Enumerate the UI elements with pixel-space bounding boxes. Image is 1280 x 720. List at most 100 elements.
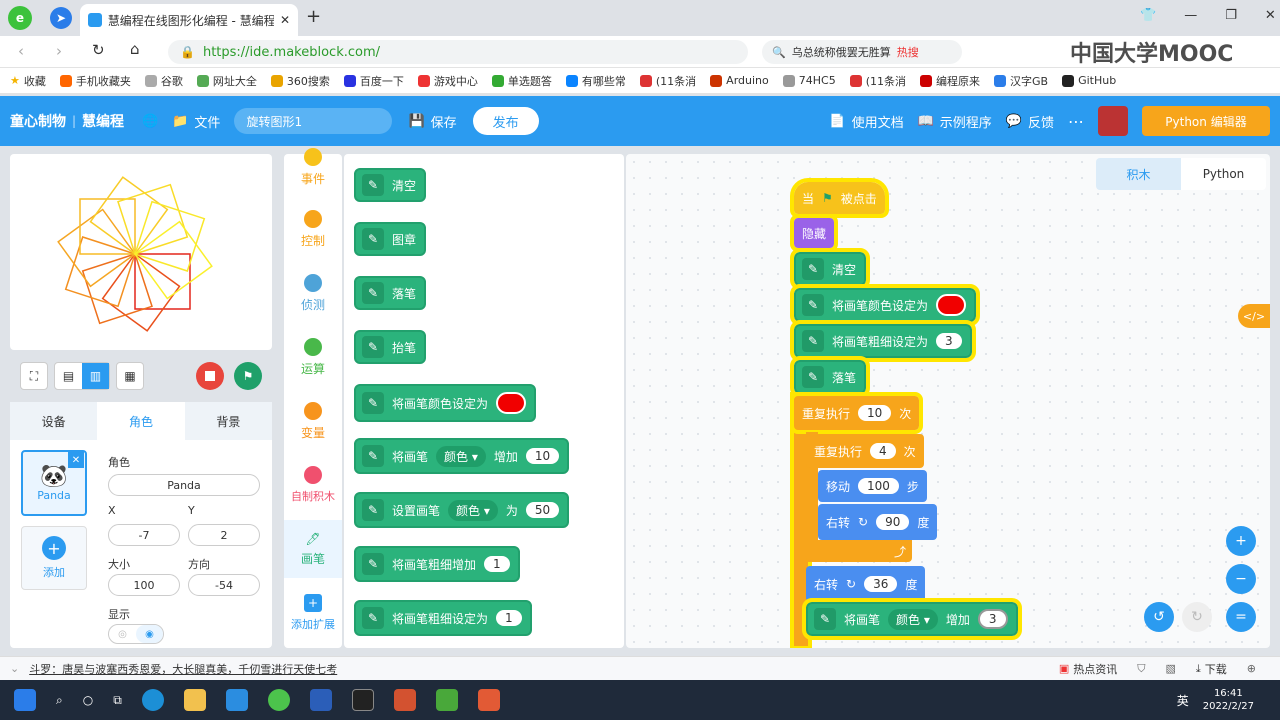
search-box[interactable]: 🔍 乌总统称俄罢无胜算 热搜 bbox=[762, 40, 962, 64]
repeat-4-block[interactable]: 重复执行 4 次 bbox=[806, 434, 924, 468]
download-button[interactable]: ⤓ 下载 bbox=[1196, 661, 1227, 677]
category-events[interactable]: 事件 bbox=[284, 148, 342, 187]
hide-eye-icon[interactable]: ◎ bbox=[109, 625, 136, 643]
palette-pen-down-block[interactable]: ✎ 落笔 bbox=[354, 276, 427, 310]
color-swatch[interactable] bbox=[496, 392, 527, 414]
bookmark-14[interactable]: 汉字GB bbox=[994, 73, 1048, 89]
terminal-icon[interactable] bbox=[351, 689, 374, 711]
stage-canvas[interactable] bbox=[10, 154, 272, 350]
code-panel-toggle-icon[interactable]: </> bbox=[1238, 304, 1270, 328]
set-size-block[interactable]: ✎ 将画笔粗细设定为 3 bbox=[790, 320, 976, 362]
palette-set-pen-block[interactable]: ✎ 设置画笔 颜色 ▾ 为 50 bbox=[354, 492, 570, 528]
palette-set-size-block[interactable]: ✎ 将画笔粗细设定为 1 bbox=[354, 600, 532, 636]
browser-logo-icon[interactable]: e bbox=[8, 6, 32, 30]
window-close-icon[interactable]: ✕ bbox=[1265, 8, 1276, 23]
x-input[interactable]: -7 bbox=[108, 524, 180, 546]
zoom-out-icon[interactable]: − bbox=[1226, 564, 1256, 594]
category-control[interactable]: 控制 bbox=[284, 210, 342, 249]
change-value-input[interactable]: 10 bbox=[525, 448, 560, 464]
word-icon[interactable] bbox=[309, 689, 332, 711]
bookmark-10[interactable]: Arduino bbox=[710, 74, 769, 87]
task-view-icon[interactable]: ⧉ bbox=[113, 693, 122, 708]
minimize-icon[interactable]: — bbox=[1184, 8, 1197, 23]
turn-right-36-block[interactable]: 右转 ↻ 36 度 bbox=[806, 566, 926, 602]
recorder-icon[interactable] bbox=[477, 689, 500, 711]
category-pen[interactable]: 🖊 画笔 bbox=[284, 520, 342, 578]
zoom-reset-icon[interactable]: = bbox=[1226, 602, 1256, 632]
show-eye-icon[interactable]: ◉ bbox=[136, 625, 163, 643]
hide-block[interactable]: 隐藏 bbox=[789, 214, 839, 252]
tab-close-icon[interactable]: ✕ bbox=[280, 13, 290, 27]
zoom-level-icon[interactable]: ⊕ bbox=[1247, 662, 1256, 675]
docs-button[interactable]: 📄 使用文档 bbox=[829, 112, 903, 131]
python-editor-button[interactable]: Python 编辑器 bbox=[1142, 106, 1270, 136]
taskbar-search-icon[interactable]: ⌕ bbox=[56, 693, 63, 708]
url-field[interactable]: 🔒 https://ide.makeblock.com/ bbox=[168, 40, 748, 64]
back-icon[interactable]: ‹ bbox=[18, 42, 24, 60]
bookmark-11[interactable]: 74HC5 bbox=[782, 74, 836, 87]
more-icon[interactable]: ⋯ bbox=[1068, 112, 1084, 131]
tab-sprites[interactable]: 角色 bbox=[97, 402, 185, 440]
change-value-input[interactable]: 3 bbox=[977, 609, 1008, 629]
bookmark-13[interactable]: 编程原来 bbox=[920, 73, 980, 89]
set-size-input[interactable]: 1 bbox=[496, 610, 522, 626]
color-dropdown[interactable]: 颜色 ▾ bbox=[436, 445, 486, 467]
restore-icon[interactable]: ❐ bbox=[1225, 8, 1237, 23]
category-operators[interactable]: 运算 bbox=[284, 338, 342, 377]
change-pen-color-block[interactable]: ✎ 将画笔 颜色 ▾ 增加 3 bbox=[802, 598, 1022, 640]
redo-icon[interactable]: ↻ bbox=[1182, 602, 1212, 632]
bookmark-9[interactable]: (11条消 bbox=[639, 73, 696, 89]
palette-stamp-block[interactable]: ✎ 图章 bbox=[354, 222, 427, 256]
clock[interactable]: 16:41 2022/2/27 bbox=[1203, 687, 1254, 713]
pen-down-block[interactable]: ✎ 落笔 bbox=[789, 356, 871, 398]
category-variables[interactable]: 变量 bbox=[284, 402, 342, 441]
move-block[interactable]: 移动 100 步 bbox=[818, 470, 927, 502]
palette-change-pen-block[interactable]: ✎ 将画笔 颜色 ▾ 增加 10 bbox=[354, 438, 570, 474]
palette-set-color-block[interactable]: ✎ 将画笔颜色设定为 bbox=[354, 384, 537, 422]
tab-python-view[interactable]: Python bbox=[1181, 158, 1266, 190]
navigate-icon[interactable]: ➤ bbox=[50, 7, 72, 29]
expand-icon[interactable]: ⌄ bbox=[10, 662, 19, 675]
inner-angle-input[interactable]: 90 bbox=[876, 514, 910, 530]
cortana-icon[interactable]: ○ bbox=[83, 693, 93, 707]
fullscreen-icon[interactable]: ⛶ bbox=[20, 362, 48, 390]
color-swatch[interactable] bbox=[936, 294, 967, 316]
tab-backgrounds[interactable]: 背景 bbox=[185, 402, 272, 440]
normal-stage-icon[interactable]: ▥ bbox=[82, 363, 109, 389]
examples-button[interactable]: 📖 示例程序 bbox=[918, 112, 992, 131]
language-icon[interactable]: 🌐 bbox=[142, 114, 158, 129]
bookmark-3[interactable]: 网址大全 bbox=[196, 73, 257, 89]
inner-times-input[interactable]: 4 bbox=[870, 443, 896, 459]
change-size-input[interactable]: 1 bbox=[484, 556, 510, 572]
small-stage-icon[interactable]: ▤ bbox=[55, 363, 82, 389]
browser-360-icon[interactable] bbox=[267, 689, 290, 711]
bookmark-4[interactable]: 360搜索 bbox=[270, 73, 330, 89]
publish-button[interactable]: 发布 bbox=[472, 107, 539, 135]
visibility-toggle[interactable]: ◎ ◉ bbox=[108, 624, 164, 644]
forward-icon[interactable]: › bbox=[56, 42, 62, 60]
camtasia-icon[interactable] bbox=[435, 689, 458, 711]
browser-tab[interactable]: 慧编程在线图形化编程 - 慧编程 ✕ bbox=[80, 4, 298, 36]
zoom-in-icon[interactable]: + bbox=[1226, 526, 1256, 556]
home-icon[interactable]: ⌂ bbox=[130, 40, 140, 58]
undo-icon[interactable]: ↺ bbox=[1144, 602, 1174, 632]
repeat-10-block[interactable]: 重复执行 10 次 bbox=[789, 392, 924, 434]
shirt-icon[interactable]: 👕 bbox=[1140, 8, 1156, 23]
file-explorer-icon[interactable] bbox=[183, 689, 206, 711]
bookmark-0[interactable]: ★ 收藏 bbox=[10, 73, 46, 89]
category-extensions[interactable]: + 添加扩展 bbox=[284, 594, 342, 632]
color-dropdown[interactable]: 颜色 ▾ bbox=[888, 608, 938, 630]
steps-input[interactable]: 100 bbox=[858, 478, 899, 494]
outer-times-input[interactable]: 10 bbox=[858, 405, 892, 421]
clear-block[interactable]: ✎ 清空 bbox=[789, 248, 871, 290]
palette-change-size-block[interactable]: ✎ 将画笔粗细增加 1 bbox=[354, 546, 520, 582]
reload-icon[interactable]: ↻ bbox=[92, 41, 105, 59]
script-workspace[interactable]: 积木 Python 当 ⚑ 被点击 隐藏 ✎ 清空 ✎ 将画笔颜色设定为 ✎ 将画笔粗细设… bbox=[626, 154, 1270, 648]
green-flag-button[interactable]: ⚑ bbox=[234, 362, 262, 390]
turn-right-90-block[interactable]: 右转 ↻ 90 度 bbox=[818, 504, 938, 540]
when-flag-clicked-block[interactable]: 当 ⚑ 被点击 bbox=[790, 178, 889, 218]
category-sensing[interactable]: 侦测 bbox=[284, 274, 342, 313]
bookmark-7[interactable]: 单选题答 bbox=[491, 73, 552, 89]
news-link[interactable]: 斗罗：唐昊与波塞西秀恩爱，大长腿真美，千仞雪进行天使七考 bbox=[29, 661, 337, 677]
feedback-button[interactable]: 💬 反馈 bbox=[1006, 112, 1054, 131]
